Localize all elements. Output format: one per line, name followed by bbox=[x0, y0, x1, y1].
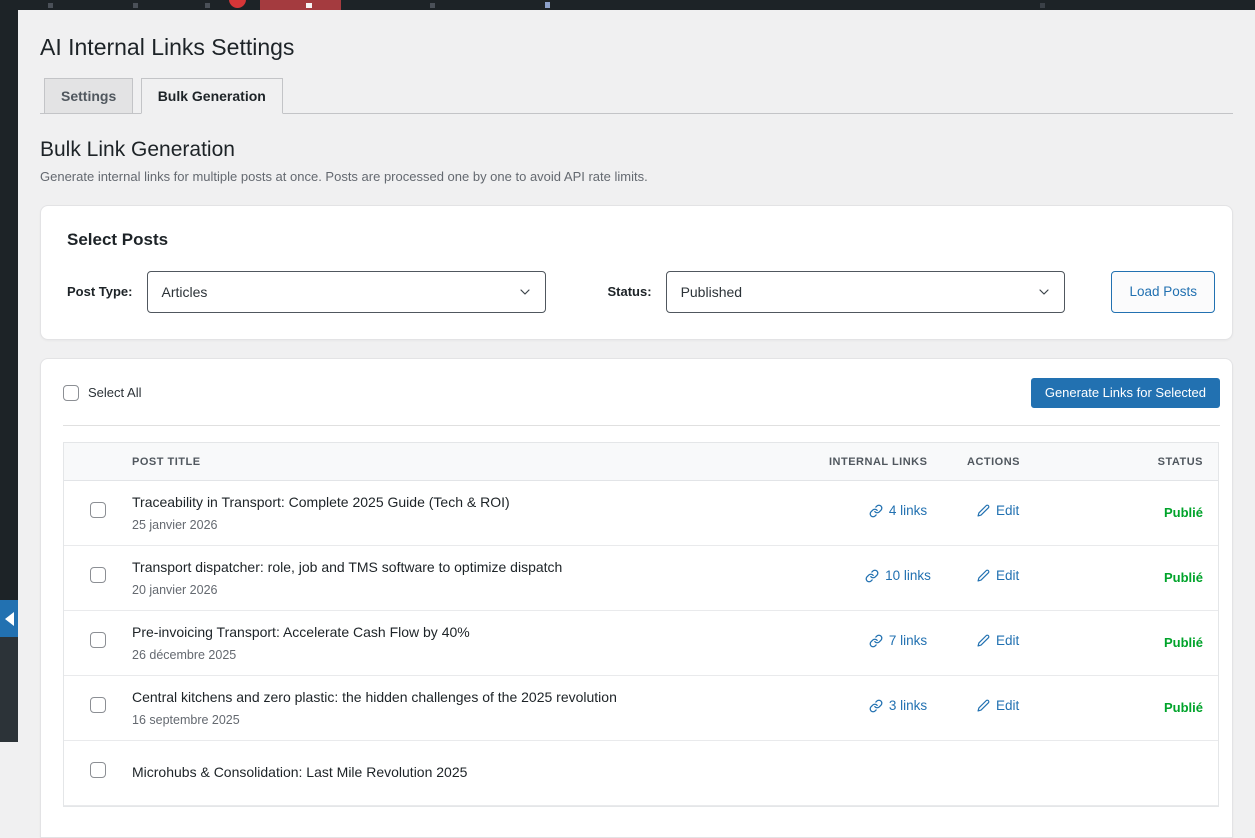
notification-badge[interactable] bbox=[229, 0, 246, 8]
edit-label: Edit bbox=[996, 633, 1019, 648]
select-posts-panel: Select Posts Post Type: Articles Status:… bbox=[40, 205, 1233, 340]
section-heading: Bulk Link Generation bbox=[40, 138, 1233, 162]
status-badge: Publié bbox=[1067, 480, 1218, 545]
link-icon bbox=[869, 699, 883, 713]
row-checkbox[interactable] bbox=[90, 632, 106, 648]
main-content: AI Internal Links Settings Settings Bulk… bbox=[18, 10, 1255, 838]
post-title: Traceability in Transport: Complete 2025… bbox=[132, 494, 829, 512]
status-selected-value: Published bbox=[681, 284, 743, 300]
generate-links-button[interactable]: Generate Links for Selected bbox=[1031, 378, 1220, 408]
chevron-down-icon bbox=[1036, 284, 1052, 300]
edit-link[interactable]: Edit bbox=[977, 633, 1019, 648]
links-count: 4 links bbox=[889, 503, 927, 518]
edit-label: Edit bbox=[996, 698, 1019, 713]
admin-sidebar-submenu[interactable] bbox=[0, 637, 18, 742]
admin-bar-icon[interactable] bbox=[545, 2, 550, 8]
edit-link[interactable]: Edit bbox=[977, 568, 1019, 583]
post-date: 25 janvier 2026 bbox=[132, 518, 829, 532]
internal-links-link[interactable]: 4 links bbox=[869, 503, 927, 518]
status-badge: Publié bbox=[1067, 610, 1218, 675]
pencil-icon bbox=[977, 504, 990, 517]
post-type-selected-value: Articles bbox=[162, 284, 208, 300]
row-checkbox[interactable] bbox=[90, 697, 106, 713]
link-icon bbox=[869, 634, 883, 648]
select-all-control[interactable]: Select All bbox=[63, 385, 141, 401]
table-header-row: POST TITLE INTERNAL LINKS ACTIONS STATUS bbox=[64, 443, 1218, 481]
post-date: 20 janvier 2026 bbox=[132, 583, 829, 597]
edit-link[interactable]: Edit bbox=[977, 698, 1019, 713]
internal-links-link[interactable]: 3 links bbox=[869, 698, 927, 713]
select-all-checkbox[interactable] bbox=[63, 385, 79, 401]
link-icon bbox=[869, 504, 883, 518]
links-count: 7 links bbox=[889, 633, 927, 648]
row-checkbox[interactable] bbox=[90, 762, 106, 778]
internal-links-link[interactable]: 10 links bbox=[865, 568, 931, 583]
header-actions: ACTIONS bbox=[967, 443, 1067, 481]
admin-sidebar-menu[interactable] bbox=[0, 10, 18, 600]
pencil-icon bbox=[977, 569, 990, 582]
status-badge: Publié bbox=[1067, 675, 1218, 740]
status-select[interactable]: Published bbox=[666, 271, 1065, 313]
admin-bar-alert-button[interactable] bbox=[260, 0, 341, 10]
status-badge: Publié bbox=[1067, 545, 1218, 610]
bulk-list-panel: Select All Generate Links for Selected P… bbox=[40, 358, 1233, 838]
row-checkbox[interactable] bbox=[90, 502, 106, 518]
posts-table-container: POST TITLE INTERNAL LINKS ACTIONS STATUS… bbox=[63, 442, 1219, 807]
admin-bar-alert-icon bbox=[306, 3, 312, 8]
edit-link[interactable]: Edit bbox=[977, 503, 1019, 518]
header-checkbox-col bbox=[64, 443, 132, 481]
tab-bulk-generation[interactable]: Bulk Generation bbox=[141, 78, 283, 114]
header-post-title: POST TITLE bbox=[132, 443, 829, 481]
admin-bar bbox=[0, 0, 1255, 10]
pencil-icon bbox=[977, 699, 990, 712]
pencil-icon bbox=[977, 634, 990, 647]
internal-links-link[interactable]: 7 links bbox=[869, 633, 927, 648]
tab-bar: Settings Bulk Generation bbox=[40, 78, 1233, 114]
table-row: Central kitchens and zero plastic: the h… bbox=[64, 675, 1218, 740]
admin-bar-icon[interactable] bbox=[430, 3, 435, 8]
post-date: 26 décembre 2025 bbox=[132, 648, 829, 662]
admin-bar-icon[interactable] bbox=[205, 3, 210, 8]
post-title: Transport dispatcher: role, job and TMS … bbox=[132, 559, 829, 577]
load-posts-button[interactable]: Load Posts bbox=[1111, 271, 1215, 313]
table-row: Transport dispatcher: role, job and TMS … bbox=[64, 545, 1218, 610]
links-count: 10 links bbox=[885, 568, 931, 583]
admin-bar-icon[interactable] bbox=[1040, 3, 1045, 8]
edit-label: Edit bbox=[996, 568, 1019, 583]
header-internal-links: INTERNAL LINKS bbox=[829, 443, 967, 481]
admin-bar-icon[interactable] bbox=[48, 3, 53, 8]
select-posts-controls: Post Type: Articles Status: Published Lo… bbox=[67, 271, 1215, 313]
collapse-menu-button[interactable] bbox=[0, 600, 18, 637]
link-icon bbox=[865, 569, 879, 583]
table-row: Traceability in Transport: Complete 2025… bbox=[64, 480, 1218, 545]
chevron-down-icon bbox=[517, 284, 533, 300]
admin-bar-icon[interactable] bbox=[133, 3, 138, 8]
post-type-label: Post Type: bbox=[67, 284, 133, 299]
row-checkbox[interactable] bbox=[90, 567, 106, 583]
post-type-select[interactable]: Articles bbox=[147, 271, 546, 313]
bulk-toolbar: Select All Generate Links for Selected bbox=[63, 359, 1220, 426]
edit-label: Edit bbox=[996, 503, 1019, 518]
post-title: Pre-invoicing Transport: Accelerate Cash… bbox=[132, 624, 829, 642]
status-label: Status: bbox=[608, 284, 652, 299]
select-posts-heading: Select Posts bbox=[67, 230, 1215, 250]
page-title: AI Internal Links Settings bbox=[40, 33, 1233, 63]
posts-table: POST TITLE INTERNAL LINKS ACTIONS STATUS… bbox=[64, 443, 1218, 806]
table-row: Microhubs & Consolidation: Last Mile Rev… bbox=[64, 740, 1218, 805]
links-count: 3 links bbox=[889, 698, 927, 713]
post-title: Central kitchens and zero plastic: the h… bbox=[132, 689, 829, 707]
tab-settings[interactable]: Settings bbox=[44, 78, 133, 114]
select-all-label: Select All bbox=[88, 385, 141, 400]
section-description: Generate internal links for multiple pos… bbox=[40, 169, 1233, 184]
post-date: 16 septembre 2025 bbox=[132, 713, 829, 727]
table-row: Pre-invoicing Transport: Accelerate Cash… bbox=[64, 610, 1218, 675]
header-status: STATUS bbox=[1067, 443, 1218, 481]
admin-sidebar bbox=[0, 10, 18, 742]
chevron-left-icon bbox=[5, 612, 14, 626]
post-title: Microhubs & Consolidation: Last Mile Rev… bbox=[132, 764, 829, 782]
